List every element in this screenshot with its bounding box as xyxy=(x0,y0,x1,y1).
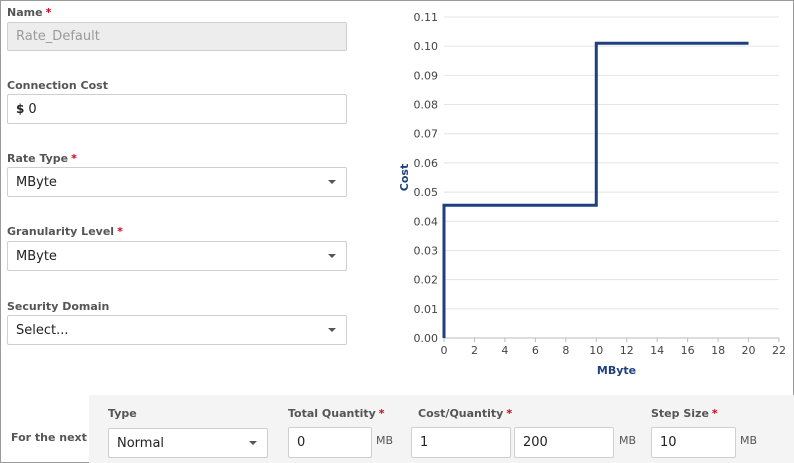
x-tick-label: 4 xyxy=(501,344,508,357)
granularity-label: Granularity Level * xyxy=(7,225,123,238)
step-size-label: Step Size * xyxy=(651,407,718,420)
chevron-down-icon xyxy=(249,441,257,445)
x-tick-label: 16 xyxy=(681,344,695,357)
chevron-down-icon xyxy=(328,328,336,332)
cost-step-line xyxy=(442,41,749,338)
y-tick-label: 0.07 xyxy=(414,128,439,141)
cost-quantity-label: Cost/Quantity * xyxy=(418,407,513,420)
x-tick-label: 22 xyxy=(772,344,786,357)
x-tick-label: 10 xyxy=(589,344,603,357)
y-tick-label: 0.03 xyxy=(414,244,439,257)
total-quantity-label: Total Quantity * xyxy=(288,407,385,420)
y-tick-label: 0.02 xyxy=(414,274,439,287)
total-quantity-input[interactable]: 0 xyxy=(288,427,372,458)
x-tick-label: 12 xyxy=(620,344,634,357)
x-axis-title: MByte xyxy=(597,364,636,377)
type-select[interactable]: Normal xyxy=(108,428,268,458)
security-domain-label: Security Domain xyxy=(7,300,110,313)
x-tick-label: 14 xyxy=(650,344,664,357)
connection-cost-input[interactable]: $ 0 xyxy=(7,94,347,124)
y-tick-label: 0.00 xyxy=(414,332,439,345)
x-tick-label: 6 xyxy=(532,344,539,357)
type-label: Type xyxy=(108,407,137,420)
x-tick-label: 8 xyxy=(562,344,569,357)
name-field: Rate_Default xyxy=(7,22,347,51)
cost-quantity-unit: MB xyxy=(619,434,637,447)
y-tick-label: 0.10 xyxy=(414,40,439,53)
y-tick-label: 0.11 xyxy=(414,11,439,24)
y-tick-label: 0.06 xyxy=(414,157,439,170)
x-tick-label: 18 xyxy=(711,344,725,357)
cost-input[interactable]: 1 xyxy=(411,427,511,458)
y-tick-label: 0.01 xyxy=(414,303,439,316)
name-label: Name * xyxy=(7,6,52,19)
step-size-unit: MB xyxy=(740,434,758,447)
cost-step-chart: 0.00 0.01 0.02 0.03 0.04 0.05 0.06 0.07 0.08 0.09… xyxy=(398,11,786,377)
y-tick-label: 0.08 xyxy=(414,99,439,112)
rate-type-label: Rate Type * xyxy=(7,152,77,165)
x-tick-label: 20 xyxy=(742,344,756,357)
rate-type-select[interactable]: MByte xyxy=(7,167,347,197)
y-tick-label: 0.05 xyxy=(414,186,439,199)
step-size-input[interactable]: 10 xyxy=(651,427,736,458)
chevron-down-icon xyxy=(328,254,336,258)
rate-editor-panel: Name * Rate_Default Connection Cost $ 0 R… xyxy=(0,0,794,463)
x-tick-label: 0 xyxy=(441,344,448,357)
y-tick-label: 0.09 xyxy=(414,69,439,82)
chevron-down-icon xyxy=(328,180,336,184)
security-domain-select[interactable]: Select... xyxy=(7,315,347,345)
y-axis-title: Cost xyxy=(398,164,411,191)
granularity-select[interactable]: MByte xyxy=(7,241,347,271)
quantity-input[interactable]: 200 xyxy=(514,427,614,458)
total-quantity-unit: MB xyxy=(376,434,394,447)
connection-cost-label: Connection Cost xyxy=(7,79,108,92)
x-tick-label: 2 xyxy=(471,344,478,357)
currency-symbol: $ xyxy=(16,102,25,116)
y-tick-label: 0.04 xyxy=(414,215,439,228)
for-the-next-label: For the next xyxy=(11,431,87,444)
